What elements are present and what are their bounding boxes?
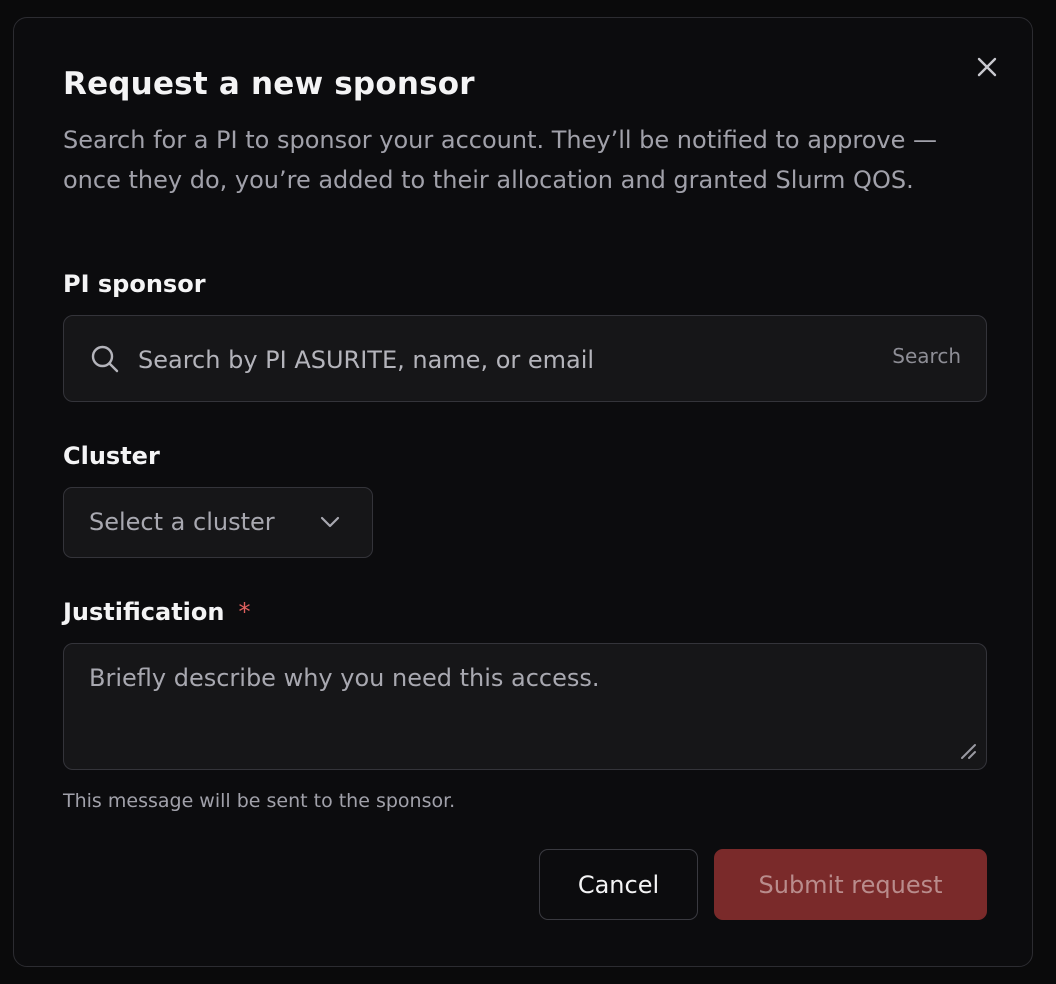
submit-request-button[interactable]: Submit request <box>714 849 987 920</box>
pi-sponsor-search-field: Search <box>63 315 987 402</box>
pi-sponsor-label: PI sponsor <box>63 270 206 298</box>
cluster-label: Cluster <box>63 442 160 470</box>
justification-field <box>63 643 987 770</box>
search-icon <box>91 345 119 373</box>
chevron-down-icon <box>320 516 340 528</box>
close-button[interactable] <box>972 52 1002 82</box>
cluster-select[interactable]: Select a cluster <box>63 487 373 558</box>
dialog-title: Request a new sponsor <box>63 66 475 102</box>
justification-label-text: Justification <box>63 598 225 626</box>
resize-handle-icon[interactable] <box>959 742 977 760</box>
justification-helper-text: This message will be sent to the sponsor… <box>63 790 456 812</box>
required-marker: * <box>238 598 251 626</box>
dialog-description: Search for a PI to sponsor your account.… <box>63 126 938 194</box>
justification-label: Justification * <box>63 598 250 626</box>
request-sponsor-dialog: Request a new sponsor Search for a PI to… <box>13 17 1033 967</box>
justification-textarea[interactable] <box>89 664 949 754</box>
cancel-button[interactable]: Cancel <box>539 849 698 920</box>
close-icon <box>977 57 997 77</box>
search-button[interactable]: Search <box>892 344 961 368</box>
cluster-select-value: Select a cluster <box>89 508 275 536</box>
pi-sponsor-search-input[interactable] <box>136 338 840 382</box>
